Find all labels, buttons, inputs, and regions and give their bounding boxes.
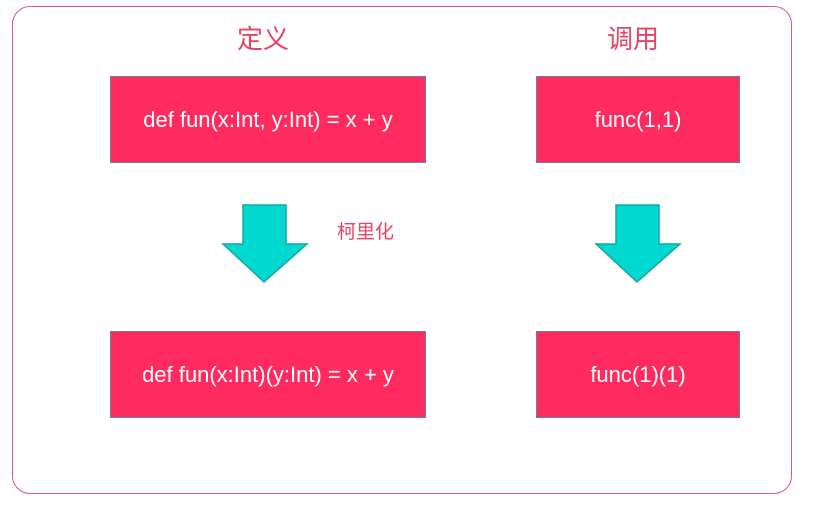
call-heading: 调用 <box>606 25 659 55</box>
definition-after-box: def fun(x:Int)(y:Int) = x + y <box>110 331 426 418</box>
definition-heading: 定义 <box>236 25 289 55</box>
definition-before-text: def fun(x:Int, y:Int) = x + y <box>143 106 393 132</box>
call-after-box: func(1)(1) <box>536 331 740 418</box>
definition-down-arrow-icon <box>221 204 309 284</box>
definition-after-text: def fun(x:Int)(y:Int) = x + y <box>142 361 394 387</box>
call-before-text: func(1,1) <box>594 106 682 132</box>
currying-label: 柯里化 <box>337 221 395 243</box>
call-after-text: func(1)(1) <box>590 361 686 387</box>
call-down-arrow-icon <box>594 204 682 284</box>
definition-before-box: def fun(x:Int, y:Int) = x + y <box>110 76 426 163</box>
call-before-box: func(1,1) <box>536 76 740 163</box>
